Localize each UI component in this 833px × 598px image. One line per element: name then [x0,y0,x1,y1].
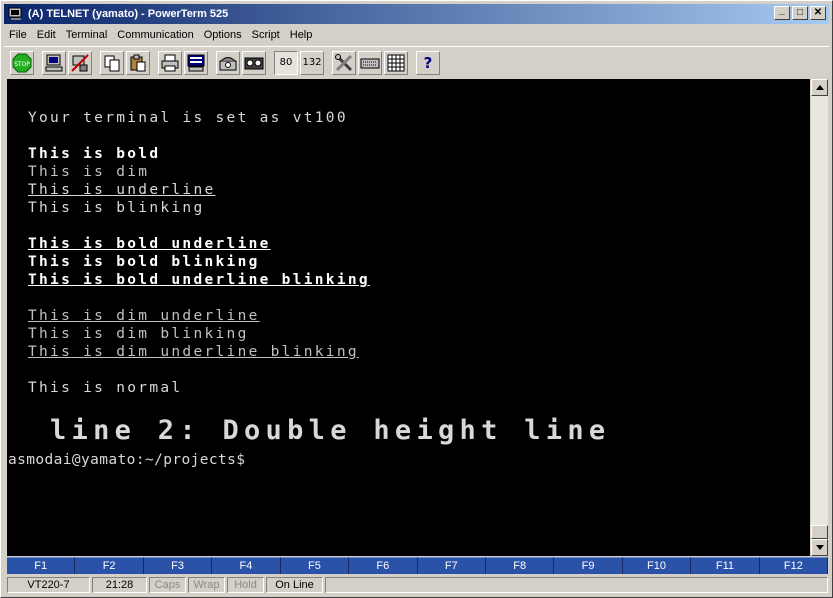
fkey-f7[interactable]: F7 [417,557,486,574]
scroll-up-button[interactable] [811,79,828,96]
columns-132-button[interactable]: 132 [300,50,324,75]
stop-button[interactable]: STOP [10,50,34,75]
status-cursor-position: 21:28 [92,577,147,593]
menu-edit[interactable]: Edit [32,26,61,45]
menu-help[interactable]: Help [285,26,318,45]
maximize-icon: □ [796,7,804,18]
window-title: (A) TELNET (yamato) - PowerTerm 525 [28,8,229,20]
scroll-down-button[interactable] [811,539,828,556]
status-caps: Caps [149,577,186,593]
print-button[interactable] [158,50,182,75]
connect-button[interactable] [42,50,66,75]
computer-icon [45,54,63,71]
disconnect-button[interactable] [68,50,92,75]
fkey-f3[interactable]: F3 [143,557,213,574]
terminal-line: This is dim [28,164,150,180]
terminal-line: This is bold underline blinking [28,272,370,288]
copy-button[interactable] [100,50,124,75]
tape-icon [244,57,264,69]
terminal-app-icon [8,7,24,21]
menu-communication[interactable]: Communication [112,26,198,45]
status-emulation: VT220-7 [7,577,90,593]
menu-options[interactable]: Options [199,26,247,45]
stop-icon: STOP [12,53,32,72]
terminal-line: This is bold underline [28,236,271,252]
terminal-line: This is bold [28,146,161,162]
toolbar: STOP 80 132 ? [4,46,829,78]
terminal-line: This is underline [28,182,216,198]
vertical-scrollbar[interactable] [811,79,828,556]
grid-icon [387,54,405,71]
status-message-area [325,577,828,593]
maximize-button[interactable]: □ [792,6,808,20]
menu-script[interactable]: Script [247,26,285,45]
close-button[interactable]: ✕ [810,6,826,20]
paste-icon [130,54,146,71]
fkey-f4[interactable]: F4 [212,557,281,574]
fkey-f5[interactable]: F5 [280,557,350,574]
fkey-f9[interactable]: F9 [554,557,623,574]
close-icon: ✕ [813,7,823,18]
menu-terminal[interactable]: Terminal [61,26,113,45]
phone-icon [219,56,237,70]
settings-button[interactable] [332,50,356,75]
dial-button[interactable] [216,50,240,75]
fkey-f1[interactable]: F1 [7,557,76,574]
status-online: On Line [266,577,323,593]
title-bar[interactable]: (A) TELNET (yamato) - PowerTerm 525 _ □ … [4,4,829,24]
terminal-line-double-height: line 2: Double height line [50,415,611,446]
fkey-f2[interactable]: F2 [75,557,144,574]
columns-80-button[interactable]: 80 [274,50,298,75]
keypad-button[interactable] [384,50,408,75]
stop-label: STOP [14,61,30,68]
keyboard-icon [360,58,380,68]
terminal-line: This is dim blinking [28,326,249,342]
scroll-thumb[interactable] [811,525,828,539]
fkey-f8[interactable]: F8 [485,557,555,574]
fkey-f12[interactable]: F12 [759,557,829,574]
menu-file[interactable]: File [4,26,32,45]
copy-icon [104,55,120,71]
print-screen-icon [187,54,205,71]
fkey-f10[interactable]: F10 [622,557,692,574]
terminal-line: This is normal [28,380,183,396]
terminal-line: This is dim underline blinking [28,344,359,360]
tools-icon [335,53,353,71]
disconnect-icon [71,53,89,72]
terminal-prompt: asmodai@yamato:~/projects$ [8,452,246,468]
menu-bar: File Edit Terminal Communication Options… [4,26,317,45]
fkey-f6[interactable]: F6 [349,557,418,574]
help-button[interactable]: ? [416,50,440,75]
keyboard-button[interactable] [358,50,382,75]
status-hold: Hold [227,577,264,593]
columns-132-label: 132 [302,57,322,68]
arrow-down-icon [815,545,824,550]
minimize-button[interactable]: _ [774,6,790,20]
record-button[interactable] [242,50,266,75]
terminal-line: This is bold blinking [28,254,260,270]
paste-button[interactable] [126,50,150,75]
terminal-line: This is dim underline [28,308,260,324]
fkey-f11[interactable]: F11 [691,557,760,574]
minimize-icon: _ [779,5,785,16]
print-screen-button[interactable] [184,50,208,75]
powerterm-window: (A) TELNET (yamato) - PowerTerm 525 _ □ … [0,0,833,598]
help-icon: ? [423,53,433,72]
arrow-up-icon [815,85,824,90]
function-key-bar: F1 F2 F3 F4 F5 F6 F7 F8 F9 F10 F11 F12 [7,557,829,574]
terminal-line: Your terminal is set as vt100 [28,110,348,126]
columns-80-label: 80 [279,57,293,68]
status-bar: VT220-7 21:28 Caps Wrap Hold On Line [7,576,828,594]
terminal-line: This is blinking [28,200,205,216]
status-wrap: Wrap [188,577,225,593]
terminal-screen[interactable]: Your terminal is set as vt100 This is bo… [7,79,810,556]
printer-icon [161,54,179,71]
